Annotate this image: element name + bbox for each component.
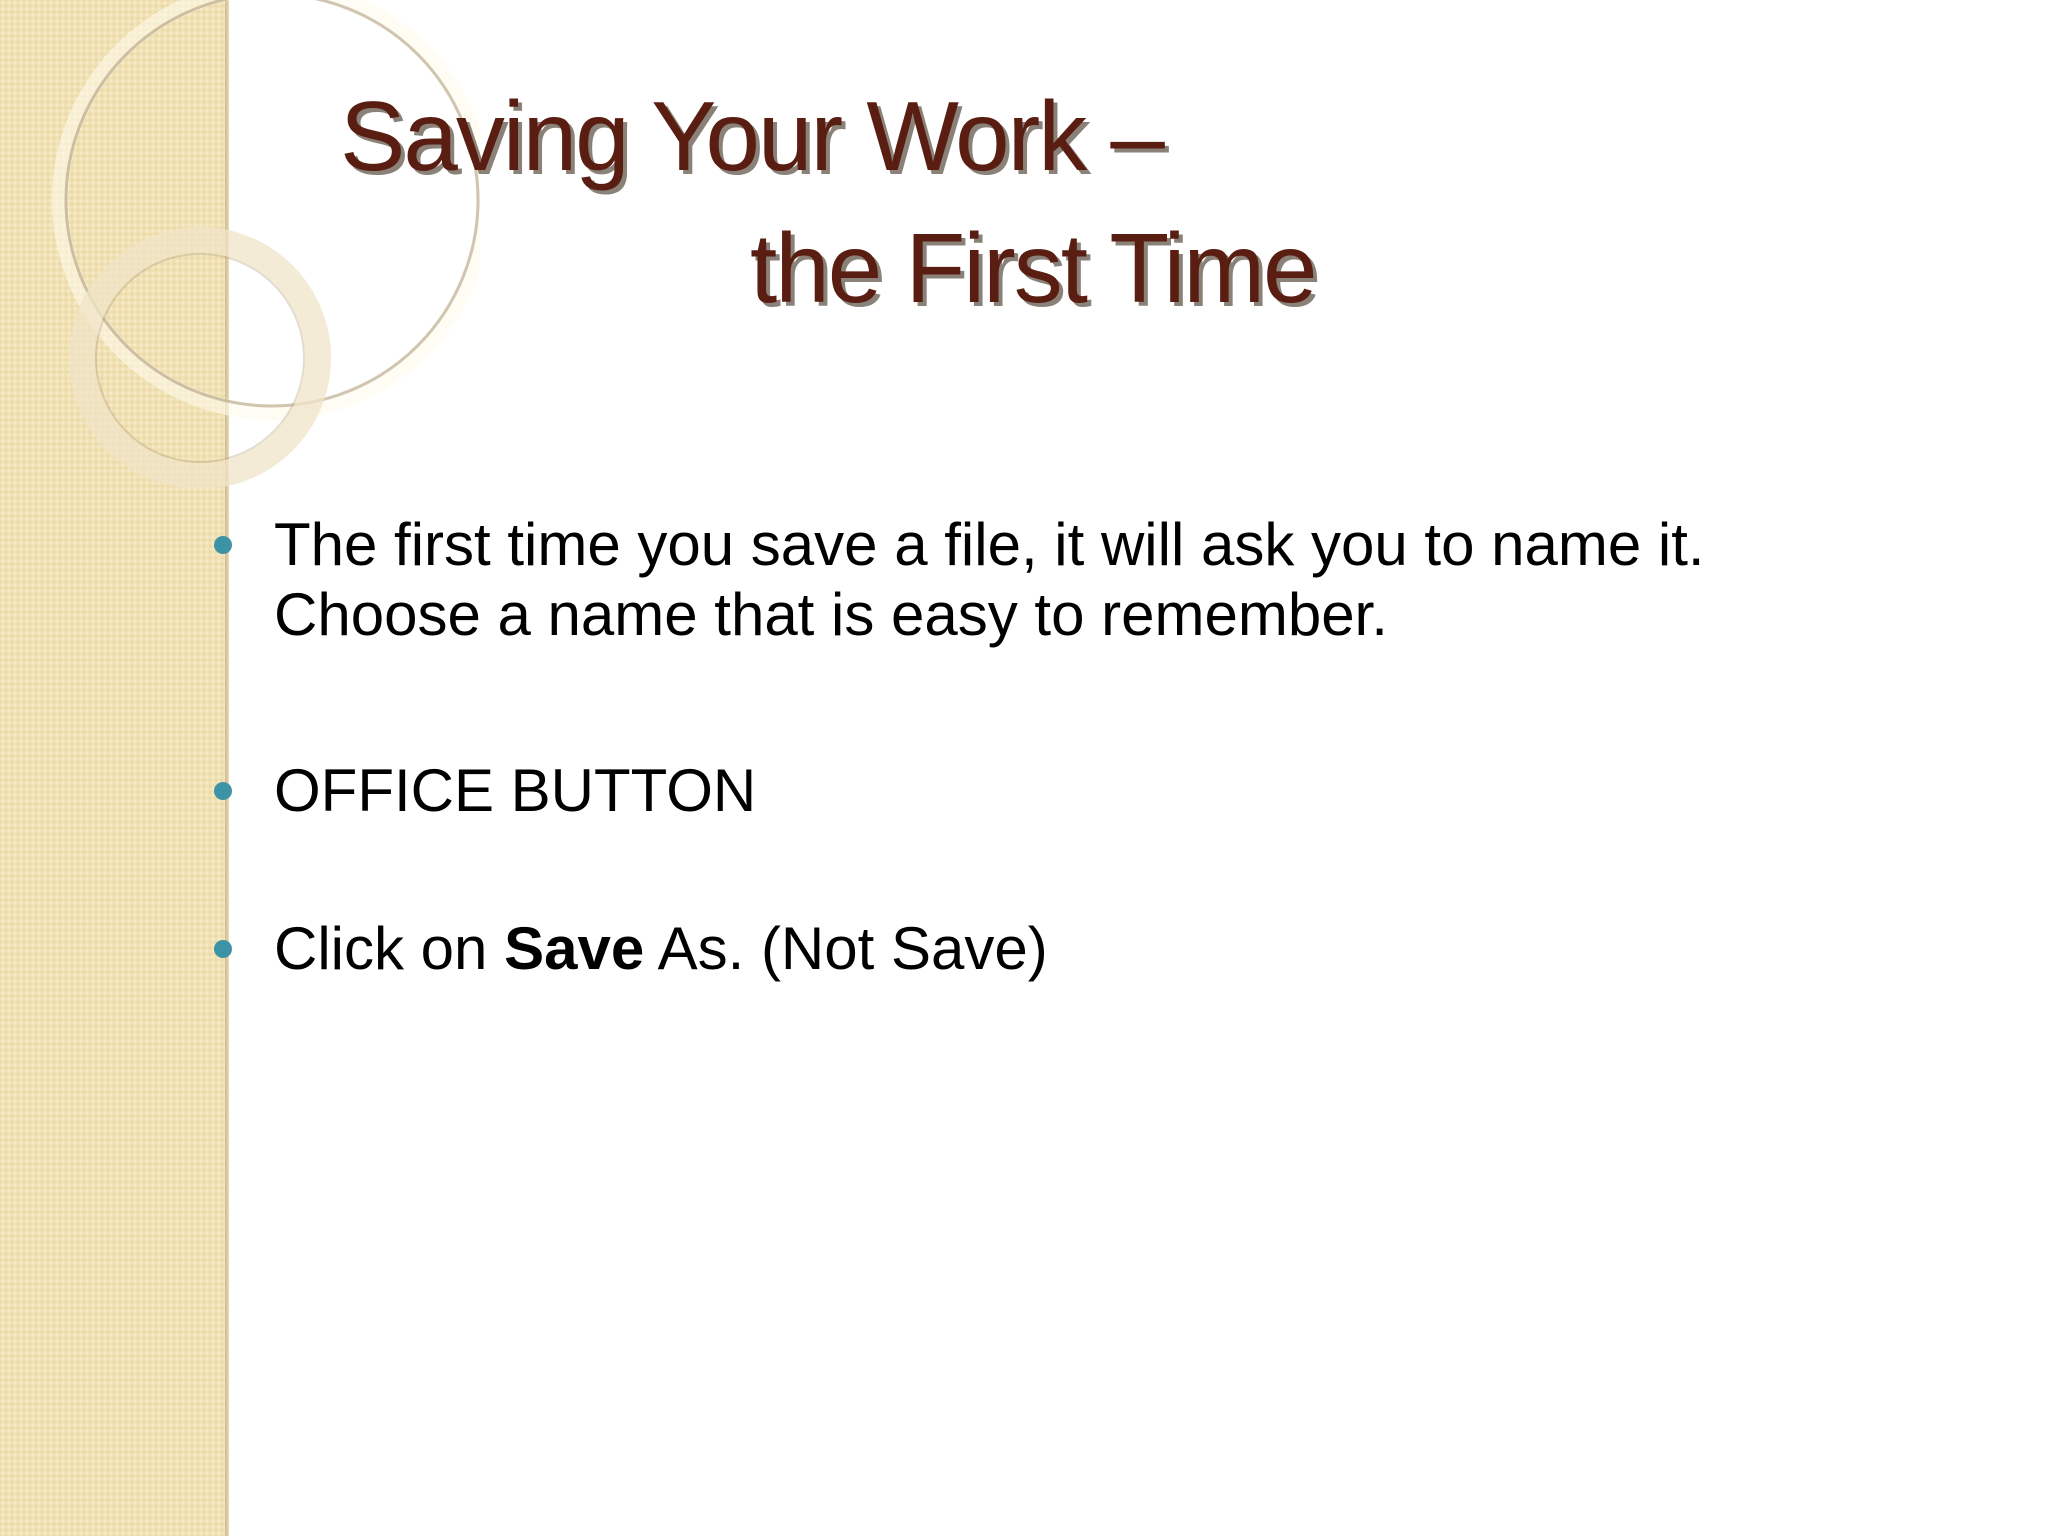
bullet-item-1: The first time you save a file, it will … <box>214 510 1974 650</box>
bullet-3-text: Click on Save As. (Not Save) <box>274 914 1974 984</box>
title-line-2: the First Time <box>750 213 1318 323</box>
ring-small-icon <box>69 227 331 489</box>
bullet-item-2: OFFICE BUTTON <box>214 756 1974 826</box>
bullet-1-line-1: The first time you save a file, it will … <box>274 511 1705 578</box>
bullet-item-3: Click on Save As. (Not Save) <box>214 914 1974 984</box>
title-line-1: Saving Your Work – <box>340 81 1165 191</box>
bullet-2-text: OFFICE BUTTON <box>274 757 757 824</box>
slide-title: Saving Your Work – the First Time <box>340 70 1640 334</box>
slide: Saving Your Work – the First Time The fi… <box>0 0 2048 1536</box>
bullet-3-after: As. (Not Save) <box>644 915 1048 982</box>
bullet-3-bold-save: Save <box>504 915 645 982</box>
bullet-1-line-2: Choose a name that is easy to remember. <box>274 581 1388 648</box>
bullet-3-before: Click on <box>274 915 505 982</box>
